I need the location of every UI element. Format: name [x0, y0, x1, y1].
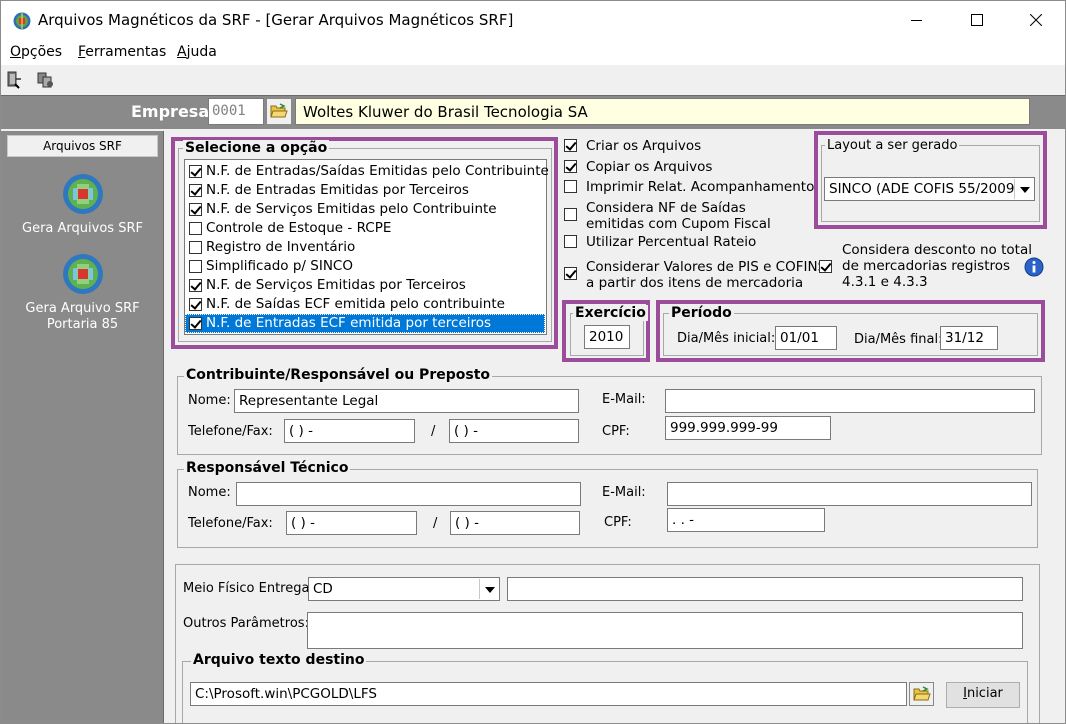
option-item[interactable]: N.F. de Saídas ECF emitida pelo contribu… — [185, 295, 545, 314]
iniciar-button[interactable]: Iniciar — [946, 682, 1020, 708]
tecnico-group — [177, 469, 1038, 548]
option-item[interactable]: N.F. de Entradas/Saídas Emitidas pelo Co… — [185, 162, 549, 181]
contribuinte-cpf-label: CPF: — [602, 424, 630, 439]
option-item[interactable]: N.F. de Entradas Emitidas por Terceiros — [185, 181, 545, 200]
option-item[interactable]: N.F. de Serviços Emitidas pelo Contribui… — [185, 200, 545, 219]
contribuinte-nome-label: Nome: — [188, 393, 231, 408]
meio-fisico-label: Meio Físico Entrega: — [183, 581, 314, 596]
outros-parametros-input[interactable] — [307, 612, 1023, 649]
iniciar-label: niciar — [966, 686, 1003, 701]
tecnico-sep: / — [433, 516, 438, 531]
close-button[interactable] — [1008, 1, 1064, 39]
contribuinte-email-input[interactable] — [665, 389, 1035, 413]
window-title: Arquivos Magnéticos da SRF - [Gerar Arqu… — [38, 11, 514, 29]
info-icon[interactable] — [1024, 257, 1044, 277]
gera-arquivo-portaria-label[interactable]: Gera Arquivo SRF Portaria 85 — [1, 301, 164, 333]
contribuinte-tel-input[interactable]: ( ) - — [284, 419, 415, 443]
menu-ajuda[interactable]: Ajuda — [177, 44, 217, 60]
chevron-down-icon — [1014, 179, 1033, 199]
layout-title: Layout a ser gerado — [825, 138, 960, 153]
empresa-lookup-button[interactable] — [266, 98, 292, 125]
option-item[interactable]: Registro de Inventário — [185, 238, 545, 257]
left-panel — [1, 131, 164, 723]
chevron-down-icon — [479, 579, 498, 599]
pis-cofins-checkbox[interactable]: Considerar Valores de PIS e COFINS a part… — [564, 259, 826, 291]
contribuinte-cpf-input[interactable]: 999.999.999-99 — [665, 416, 831, 440]
meio-fisico-extra-input[interactable] — [507, 577, 1023, 601]
periodo-title: Período — [669, 305, 734, 321]
layout-select[interactable]: SINCO (ADE COFIS 55/2009) — [824, 177, 1035, 201]
empresa-name-field: Woltes Kluwer do Brasil Tecnologia SA — [295, 98, 1030, 125]
tecnico-cpf-input[interactable]: . . - — [667, 508, 825, 532]
contribuinte-fax-input[interactable]: ( ) - — [449, 419, 579, 443]
desconto-checkbox[interactable]: Considera desconto no total de mercadoria… — [819, 242, 1032, 290]
tecnico-email-input[interactable] — [667, 482, 1032, 506]
percentual-rateio-checkbox[interactable]: Utilizar Percentual Rateio — [564, 234, 756, 250]
open-folder-icon — [270, 103, 288, 118]
contribuinte-tel-label: Telefone/Fax: — [188, 424, 273, 439]
empresa-label: Empresa — [131, 102, 210, 121]
menu-opcoes[interactable]: Opções — [10, 44, 62, 60]
minimize-icon — [911, 20, 922, 21]
gera-arquivos-srf-icon[interactable] — [62, 173, 104, 215]
gera-arquivo-portaria-icon[interactable] — [62, 253, 104, 295]
considera-nf-checkbox[interactable]: Considera NF de Saídas emitidas com Cupom… — [564, 200, 771, 232]
option-item-selected[interactable]: N.F. de Entradas ECF emitida por terceir… — [185, 314, 545, 333]
gera-arquivo-portaria-line2: Portaria 85 — [46, 317, 119, 332]
app-logo-icon — [13, 12, 31, 30]
tecnico-title: Responsável Técnico — [184, 460, 351, 476]
exit-door-icon[interactable] — [6, 71, 22, 89]
dia-mes-inicial-input[interactable]: 01/01 — [775, 326, 837, 350]
tecnico-email-label: E-Mail: — [602, 485, 646, 500]
exercicio-input[interactable]: 2010 — [584, 325, 630, 349]
tecnico-nome-input[interactable] — [236, 482, 581, 506]
options-listbox[interactable]: N.F. de Entradas/Saídas Emitidas pelo Co… — [184, 159, 549, 335]
copiar-arquivos-checkbox[interactable]: Copiar os Arquivos — [564, 159, 712, 175]
option-item[interactable]: Controle de Estoque - RCPE — [185, 219, 545, 238]
tecnico-fax-input[interactable]: ( ) - — [450, 511, 580, 535]
option-item[interactable]: N.F. de Serviços Emitidas por Terceiros — [185, 276, 545, 295]
dia-mes-inicial-label: Dia/Mês inicial: — [677, 331, 776, 346]
criar-arquivos-checkbox[interactable]: Criar os Arquivos — [564, 138, 701, 154]
arquivos-srf-header[interactable]: Arquivos SRF — [7, 135, 158, 157]
dia-mes-final-label: Dia/Mês final: — [854, 332, 943, 347]
gera-arquivos-srf-label[interactable]: Gera Arquivos SRF — [1, 221, 164, 237]
tecnico-cpf-label: CPF: — [604, 515, 632, 530]
outros-parametros-label: Outros Parâmetros: — [183, 616, 309, 631]
imprimir-relat-checkbox[interactable]: Imprimir Relat. Acompanhamento — [564, 179, 814, 195]
arquivo-destino-input[interactable]: C:\Prosoft.win\PCGOLD\LFS — [190, 682, 907, 706]
exercicio-title: Exercício — [573, 305, 648, 321]
contribuinte-title: Contribuinte/Responsável ou Preposto — [184, 367, 493, 383]
tecnico-nome-label: Nome: — [188, 485, 231, 500]
toolbar — [1, 65, 1065, 95]
contribuinte-email-label: E-Mail: — [602, 392, 646, 407]
maximize-icon — [971, 14, 983, 26]
contribuinte-nome-input[interactable]: Representante Legal — [234, 389, 579, 413]
menu-ferramentas[interactable]: Ferramentas — [78, 44, 166, 60]
option-item[interactable]: Simplificado p/ SINCO — [185, 257, 545, 276]
empresa-code-input[interactable]: 0001 — [208, 98, 264, 125]
gera-arquivo-portaria-line1: Gera Arquivo SRF — [25, 301, 140, 316]
arquivo-destino-title: Arquivo texto destino — [191, 652, 367, 668]
maximize-button[interactable] — [949, 1, 1005, 39]
app-window: Arquivos Magnéticos da SRF - [Gerar Arqu… — [0, 0, 1066, 724]
arquivo-browse-button[interactable] — [909, 682, 934, 706]
process-icon[interactable] — [37, 71, 55, 89]
meio-fisico-select[interactable]: CD — [308, 577, 500, 601]
dia-mes-final-input[interactable]: 31/12 — [940, 326, 998, 350]
tecnico-tel-label: Telefone/Fax: — [188, 516, 273, 531]
selecione-title: Selecione a opção — [183, 140, 330, 156]
open-folder-icon — [913, 686, 931, 701]
minimize-button[interactable] — [889, 1, 945, 39]
close-icon — [1030, 14, 1042, 26]
contribuinte-group — [177, 376, 1042, 455]
tecnico-tel-input[interactable]: ( ) - — [286, 511, 417, 535]
contribuinte-sep: / — [431, 424, 436, 439]
